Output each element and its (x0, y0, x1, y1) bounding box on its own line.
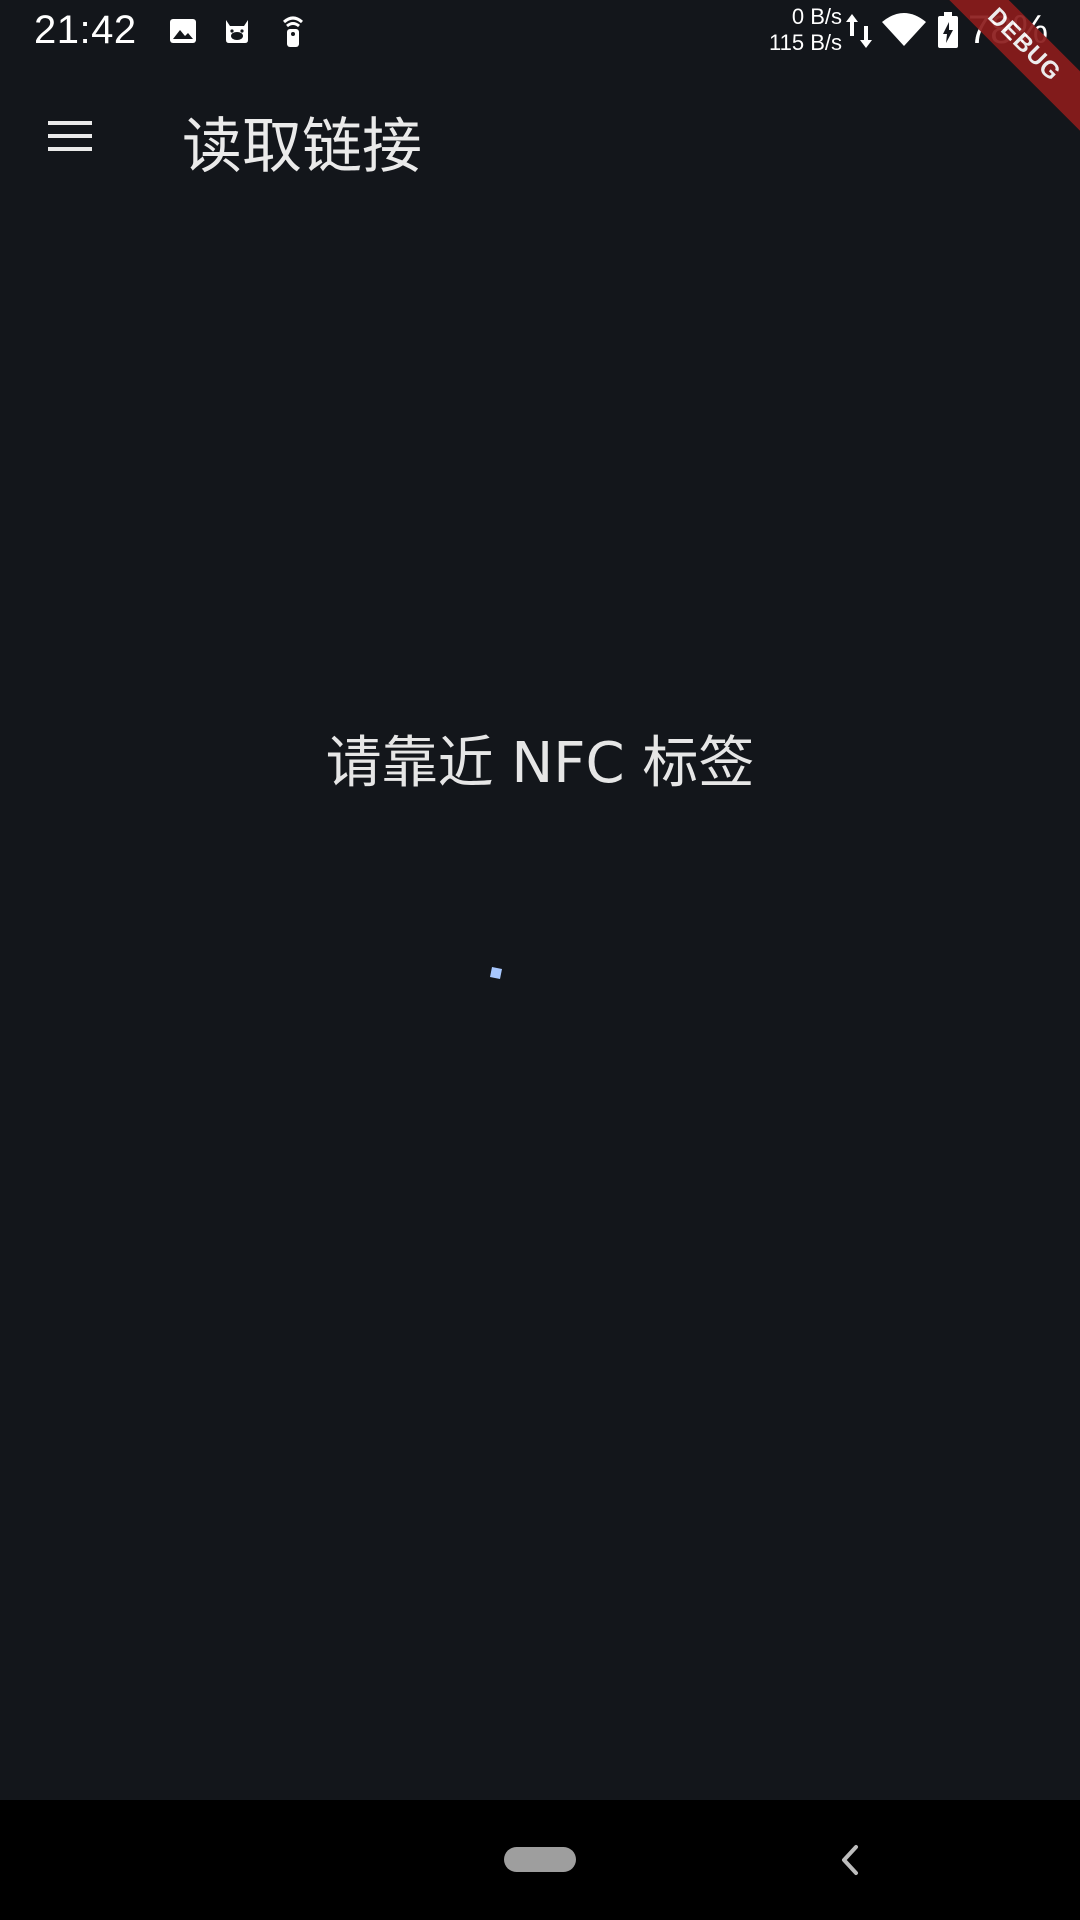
image-icon (170, 19, 196, 43)
nfc-read-screen: 21:42 0 B/s 115 B/s DEBUG 读取链接 请靠近 NFC 标… (0, 0, 1080, 1920)
back-chevron-icon (842, 1845, 858, 1875)
app-notification-icon (226, 20, 248, 43)
remote-icon (283, 16, 303, 47)
back-button[interactable] (820, 1830, 880, 1890)
menu-button[interactable] (30, 96, 110, 176)
download-speed: 115 B/s (769, 30, 842, 55)
navigation-bar (0, 1800, 1080, 1920)
status-bar: 21:42 0 B/s 115 B/s (0, 0, 1080, 62)
battery-charging-icon (938, 12, 958, 48)
upload-speed: 0 B/s (791, 4, 842, 29)
nfc-prompt-text: 请靠近 NFC 标签 (325, 731, 755, 796)
hamburger-menu-icon (48, 121, 92, 151)
network-speed: 0 B/s 115 B/s (730, 4, 842, 56)
app-bar: 读取链接 (0, 62, 1080, 210)
page-title: 读取链接 (182, 112, 422, 182)
home-button[interactable] (504, 1847, 576, 1872)
status-time: 21:42 (34, 8, 137, 52)
loading-spinner (490, 967, 502, 979)
wifi-icon (882, 13, 926, 46)
data-arrows-icon (846, 14, 872, 48)
